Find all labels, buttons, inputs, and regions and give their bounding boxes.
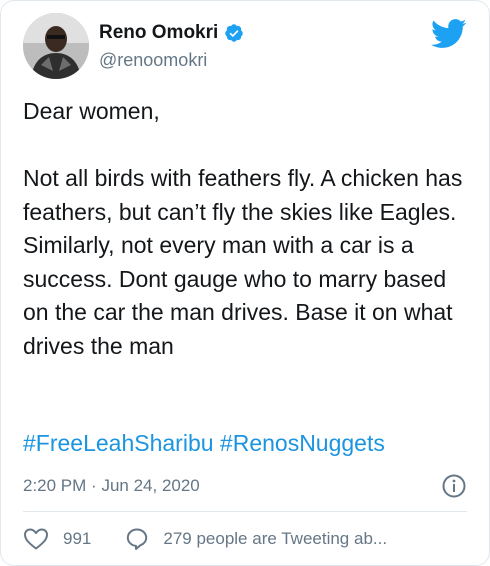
conversation-button[interactable]: 279 people are Tweeting ab... bbox=[125, 527, 387, 551]
tweet-time: 2:20 PM bbox=[23, 476, 87, 495]
tweet-body: Dear women, Not all birds with feathers … bbox=[23, 98, 463, 359]
tweet-date: Jun 24, 2020 bbox=[101, 476, 200, 495]
profile-photo bbox=[23, 13, 89, 79]
author-display-name[interactable]: Reno Omokri bbox=[99, 22, 218, 44]
twitter-bird-icon[interactable] bbox=[430, 19, 467, 54]
hashtag-link[interactable]: #RenosNuggets bbox=[220, 430, 385, 456]
conversation-count: 279 people are Tweeting ab... bbox=[163, 529, 388, 548]
author-block[interactable]: Reno Omokri @renoomokri bbox=[99, 22, 244, 71]
tweet-text: Dear women, Not all birds with feathers … bbox=[23, 95, 473, 363]
tweet-actions: 991 279 people are Tweeting ab... bbox=[23, 527, 387, 551]
speech-bubble-icon bbox=[125, 527, 149, 551]
verified-badge-icon bbox=[224, 23, 244, 43]
divider bbox=[23, 511, 467, 512]
like-button[interactable]: 991 bbox=[23, 527, 91, 551]
author-handle[interactable]: @renoomokri bbox=[99, 49, 244, 71]
tweet-card: Reno Omokri @renoomokri Dear women, Not … bbox=[0, 0, 490, 566]
avatar[interactable] bbox=[23, 13, 89, 79]
meta-separator: · bbox=[91, 476, 97, 495]
tweet-timestamp[interactable]: 2:20 PM · Jun 24, 2020 bbox=[23, 475, 200, 497]
like-count: 991 bbox=[63, 529, 92, 548]
hashtag-link[interactable]: #FreeLeahSharibu bbox=[23, 430, 214, 456]
heart-icon bbox=[23, 527, 49, 551]
hashtags: #FreeLeahSharibu #RenosNuggets bbox=[23, 428, 385, 458]
info-icon[interactable] bbox=[441, 473, 467, 504]
